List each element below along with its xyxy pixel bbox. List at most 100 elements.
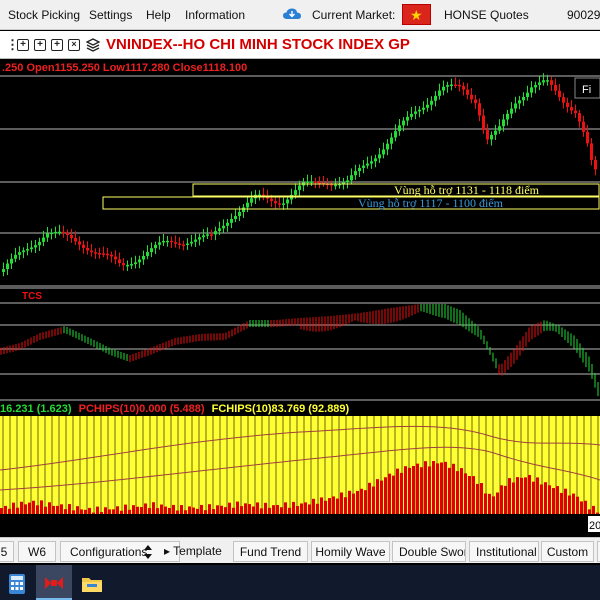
candle-body xyxy=(246,202,249,208)
chips-histogram-bar xyxy=(576,496,579,514)
chips-histogram-bar xyxy=(256,502,259,514)
chips-histogram-bar xyxy=(556,486,559,514)
cloud-download-icon[interactable] xyxy=(283,8,301,20)
candle-body xyxy=(286,199,289,204)
tab-template-label: Template xyxy=(173,544,222,558)
add-chart-icon[interactable]: + xyxy=(51,39,63,51)
candle-body xyxy=(350,175,353,181)
chips-histogram-bar xyxy=(260,508,263,514)
candle-body xyxy=(314,181,317,183)
chips-histogram-bar xyxy=(196,508,199,514)
plus-box-icon[interactable]: + xyxy=(34,39,46,51)
lower-header-value-1: 16.231 (1.623) xyxy=(0,403,72,415)
chips-histogram-bar xyxy=(40,500,43,514)
candle-body xyxy=(146,252,149,256)
candle-body xyxy=(274,201,277,204)
menu-bar: Stock Picking Settings Help Information … xyxy=(0,0,600,30)
tab-5[interactable]: 5 xyxy=(0,541,14,562)
candle-body xyxy=(14,254,17,259)
chips-histogram-bar xyxy=(504,485,507,514)
chips-histogram-bar xyxy=(488,493,491,514)
candle-body xyxy=(78,241,81,245)
up-down-arrows-icon[interactable] xyxy=(143,544,153,560)
current-market-label: Current Market: xyxy=(312,8,396,22)
chips-histogram-bar xyxy=(364,490,367,514)
chips-histogram-bar xyxy=(544,482,547,514)
market-name[interactable]: HONSE Quotes xyxy=(444,8,529,22)
menu-settings[interactable]: Settings xyxy=(89,8,132,22)
candle-body xyxy=(346,180,349,183)
tab-homily-wave[interactable]: Homily Wave xyxy=(311,541,390,562)
chips-histogram-bar xyxy=(204,510,207,514)
chips-histogram-bar xyxy=(192,507,195,514)
chips-histogram-bar xyxy=(312,498,315,514)
candle-body xyxy=(502,119,505,127)
app-icon[interactable] xyxy=(36,570,72,598)
chips-histogram-bar xyxy=(420,467,423,514)
menu-information[interactable]: Information xyxy=(185,8,245,22)
candle-body xyxy=(402,120,405,126)
chips-histogram-bar xyxy=(324,500,327,514)
candle-body xyxy=(474,99,477,104)
menu-dots-icon[interactable]: ⋮ xyxy=(6,38,19,51)
candle-body xyxy=(298,185,301,191)
chips-histogram-bar xyxy=(164,506,167,514)
candle-body xyxy=(306,181,309,183)
chips-histogram-bar xyxy=(84,509,87,514)
candle-body xyxy=(114,256,117,260)
tab-template[interactable]: ▸ Template xyxy=(162,541,232,562)
chips-histogram-bar xyxy=(360,488,363,514)
candle-body xyxy=(374,158,377,162)
candle-body xyxy=(354,171,357,176)
chips-histogram-bar xyxy=(460,468,463,514)
candle-body xyxy=(318,182,321,184)
layers-icon[interactable] xyxy=(86,38,100,52)
chips-histogram-bar xyxy=(296,506,299,514)
candle-body xyxy=(34,245,37,248)
candle-body xyxy=(562,97,565,103)
chips-histogram-bar xyxy=(124,504,127,514)
candle-body xyxy=(522,96,525,101)
candle-body xyxy=(138,259,141,263)
chips-histogram-bar xyxy=(216,505,219,514)
chips-histogram-bar xyxy=(160,504,163,514)
tab-custom[interactable]: Custom xyxy=(541,541,594,562)
chips-histogram-bar xyxy=(472,476,475,514)
tab-fund-trend[interactable]: Fund Trend xyxy=(233,541,308,562)
candle-body xyxy=(574,110,577,114)
chips-histogram-bar xyxy=(12,502,15,514)
chips-histogram-bar xyxy=(136,506,139,514)
stock-chart[interactable]: .250 Open1155.250 Low1117.280 Close1118.… xyxy=(0,59,600,537)
chips-histogram-bar xyxy=(252,506,255,514)
chips-histogram-bar xyxy=(148,508,151,514)
chips-histogram-bar xyxy=(72,510,75,514)
candle-body xyxy=(214,231,217,235)
chips-histogram-bar xyxy=(276,504,279,514)
chips-histogram-bar xyxy=(244,503,247,514)
chips-histogram-bar xyxy=(528,475,531,514)
vietnam-flag-icon[interactable]: ★ xyxy=(402,4,431,25)
chips-histogram-bar xyxy=(300,503,303,514)
tab-w6[interactable]: W6 xyxy=(18,541,56,562)
chips-histogram-bar xyxy=(408,467,411,514)
tab-institutional[interactable]: Institutional A xyxy=(469,541,539,562)
chips-histogram-bar xyxy=(224,507,227,514)
chips-histogram-bar xyxy=(4,505,7,514)
menu-help[interactable]: Help xyxy=(146,8,171,22)
chart-title: VNINDEX--HO CHI MINH STOCK INDEX GP xyxy=(106,36,410,53)
chips-histogram-bar xyxy=(16,507,19,514)
calculator-icon[interactable] xyxy=(0,570,36,598)
tab-double-sword[interactable]: Double Sword xyxy=(392,541,466,562)
chips-histogram-bar xyxy=(520,477,523,514)
candle-body xyxy=(178,243,181,246)
chips-histogram-bar xyxy=(188,506,191,514)
add-icon[interactable]: + xyxy=(17,39,29,51)
candle-body xyxy=(454,84,457,87)
chips-histogram-bar xyxy=(492,496,495,514)
menu-stock-picking[interactable]: Stock Picking xyxy=(8,8,80,22)
chips-histogram-bar xyxy=(448,467,451,514)
close-box-icon[interactable]: × xyxy=(68,39,80,51)
candle-body xyxy=(94,252,97,254)
candle-body xyxy=(126,264,129,267)
folder-icon[interactable] xyxy=(74,570,110,598)
